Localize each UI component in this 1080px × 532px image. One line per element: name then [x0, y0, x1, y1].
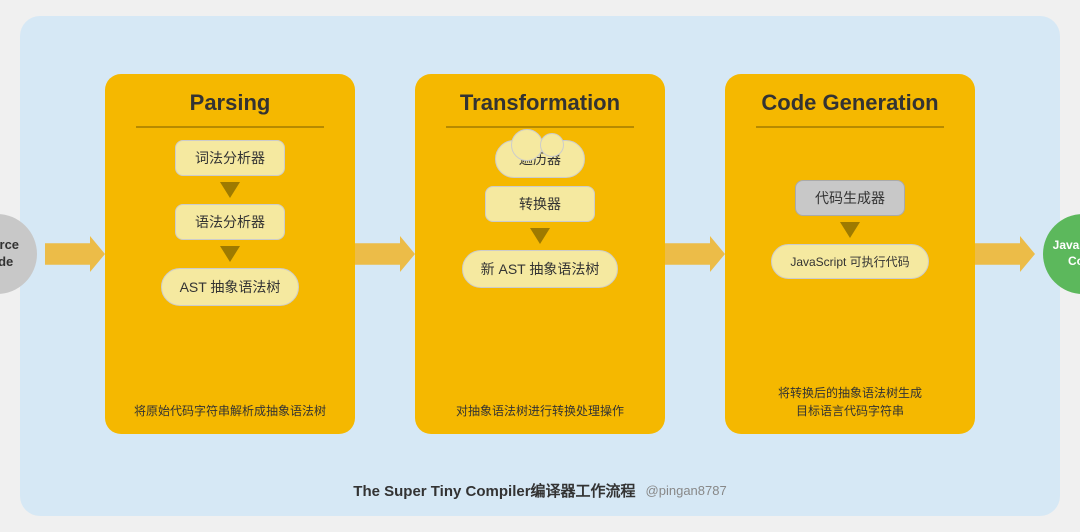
footer-main-text: The Super Tiny Compiler编译器工作流程 [353, 480, 635, 501]
arrow-3 [665, 236, 725, 272]
parsing-title: Parsing [190, 90, 271, 116]
source-code-circle: Source Code [0, 214, 37, 294]
parsing-content: 词法分析器 语法分析器 AST 抽象语法树 将原始代码字符串解析成抽象语法树 [119, 140, 341, 420]
source-code-label: Source Code [0, 237, 37, 271]
phase-codegen: Code Generation 代码生成器 JavaScript 可执行代码 将… [725, 74, 975, 434]
new-ast-oval: 新 AST 抽象语法树 [462, 250, 619, 288]
codegen-divider [756, 126, 945, 128]
outer-container: Source Code Parsing 词法分析器 语法分析器 AST 抽象语法… [20, 16, 1060, 516]
arrow-shape-4 [975, 236, 1035, 272]
codegen-title: Code Generation [761, 90, 938, 116]
arrow-shape-3 [665, 236, 725, 272]
transformation-title: Transformation [460, 90, 620, 116]
footer: The Super Tiny Compiler编译器工作流程 @pingan87… [353, 480, 726, 501]
js-code-label: JavaScriptCode [1053, 238, 1080, 269]
js-executable-oval: JavaScript 可执行代码 [771, 244, 928, 279]
parsing-description: 将原始代码字符串解析成抽象语法树 [134, 392, 326, 420]
codegen-content: 代码生成器 JavaScript 可执行代码 将转换后的抽象语法树生成 目标语言… [739, 140, 961, 420]
transformation-divider [446, 126, 635, 128]
arrow-shape-2 [355, 236, 415, 272]
diagram-area: Source Code Parsing 词法分析器 语法分析器 AST 抽象语法… [50, 36, 1030, 472]
lexical-analyzer: 词法分析器 [175, 140, 285, 176]
phase-parsing: Parsing 词法分析器 语法分析器 AST 抽象语法树 将原始代码字符串解析… [105, 74, 355, 434]
transformation-content: 遍历器 转换器 新 AST 抽象语法树 对抽象语法树进行转换处理操作 [429, 140, 651, 420]
code-generator-box: 代码生成器 [795, 180, 905, 216]
footer-handle: @pingan8787 [646, 483, 727, 498]
js-code-circle: JavaScriptCode [1043, 214, 1080, 294]
arrow-2 [355, 236, 415, 272]
down-arrow-3 [530, 228, 550, 244]
arrow-4 [975, 236, 1035, 272]
arrow-1 [45, 236, 105, 272]
syntax-analyzer: 语法分析器 [175, 204, 285, 240]
down-arrow-2 [220, 246, 240, 262]
arrow-shape-1 [45, 236, 105, 272]
ast-oval: AST 抽象语法树 [161, 268, 300, 306]
phase-transformation: Transformation 遍历器 转换器 新 AST 抽象语法树 对抽象语法… [415, 74, 665, 434]
codegen-description: 将转换后的抽象语法树生成 目标语言代码字符串 [778, 374, 922, 420]
transformation-description: 对抽象语法树进行转换处理操作 [456, 392, 624, 420]
down-arrow-4 [840, 222, 860, 238]
down-arrow-1 [220, 182, 240, 198]
traverser-cloud: 遍历器 [495, 140, 585, 178]
transformer-box: 转换器 [485, 186, 595, 222]
parsing-divider [136, 126, 325, 128]
